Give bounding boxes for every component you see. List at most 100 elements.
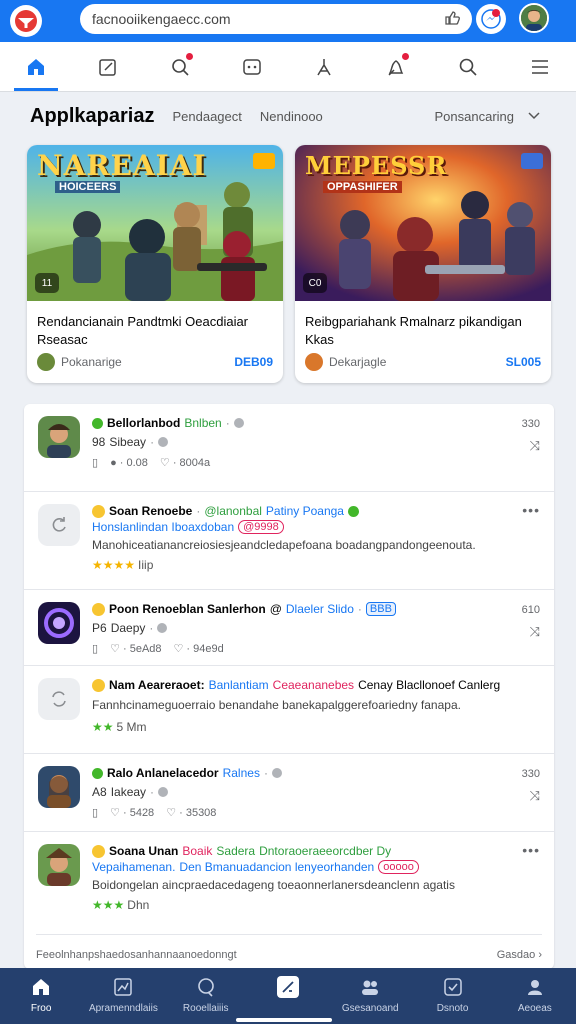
item-name[interactable]: Soana Unan xyxy=(109,844,178,858)
list-item[interactable]: Poon Renoeblan Sanlerhon @ Dlaeler Slido… xyxy=(24,590,554,666)
rating-stars: ★★★ xyxy=(92,898,125,912)
tab-tasks[interactable]: Dsnoto xyxy=(411,968,493,1024)
item-name[interactable]: Nam Aeareraoet: xyxy=(109,678,205,692)
card-title[interactable]: Reibgpariahank Rmalnarz pikandigan Kkas xyxy=(295,301,551,349)
like-icon[interactable] xyxy=(444,10,460,29)
tab-chat[interactable]: Rooellaiiis xyxy=(165,968,247,1024)
stat-likes[interactable]: ♡ · 94e9d xyxy=(174,642,224,655)
item-mention[interactable]: Honslanlindan Iboaxdoban xyxy=(92,520,234,534)
item-pill[interactable]: BBB xyxy=(365,602,396,616)
url-text[interactable]: facnooiikengaecc.com xyxy=(92,11,444,27)
card-footer: Pokanarige DEB09 xyxy=(37,353,273,371)
item-name[interactable]: Poon Renoeblan Sanlerhon xyxy=(109,602,266,616)
globe-icon xyxy=(157,623,168,633)
create-icon xyxy=(276,976,299,998)
nav-menu[interactable] xyxy=(504,42,576,91)
author-name[interactable]: Dekarjagle xyxy=(329,355,386,369)
check-icon xyxy=(442,976,464,998)
item-tag-secondary[interactable]: Sadera xyxy=(216,844,255,858)
nav-notes[interactable] xyxy=(72,42,144,91)
save-icon[interactable]: ▯ xyxy=(92,642,98,655)
messenger-button[interactable] xyxy=(476,4,506,34)
profile-avatar[interactable] xyxy=(519,3,549,33)
globe-icon xyxy=(158,437,169,447)
item-mention-secondary[interactable]: Den Bmanuadancion lenyeorhanden xyxy=(179,860,374,874)
tab-profile[interactable]: Aeoeas xyxy=(494,968,576,1024)
emoji-icon xyxy=(92,602,105,616)
item-name[interactable]: Soan Renoebe xyxy=(109,504,192,518)
nav-tools[interactable] xyxy=(288,42,360,91)
nav-home[interactable] xyxy=(0,42,72,91)
item-tag-tertiary[interactable]: Dntoraoeraeeorcdber Dy xyxy=(259,844,391,858)
share-icon[interactable]: ⤨ xyxy=(530,438,540,454)
stat-likes[interactable]: ♡ · 35308 xyxy=(166,806,216,819)
tab-create[interactable] xyxy=(247,968,329,1024)
item-tag-secondary[interactable]: Patiny Poanga xyxy=(266,504,344,518)
tab-apps[interactable]: Apramenndlaiis xyxy=(82,968,164,1024)
item-name[interactable]: Ralo Anlanelacedor xyxy=(107,766,219,780)
item-avatar[interactable] xyxy=(38,416,80,458)
item-side-count: 330 xyxy=(521,418,540,430)
app-logo-icon[interactable] xyxy=(10,5,42,37)
tab-home[interactable]: Froo xyxy=(0,968,82,1024)
tab-label: Aeoeas xyxy=(517,1003,552,1014)
item-tag[interactable]: Ralnes xyxy=(223,766,260,780)
item-placeholder-avatar[interactable] xyxy=(38,678,80,720)
home-indicator[interactable] xyxy=(236,1018,332,1022)
author-avatar[interactable] xyxy=(305,353,323,371)
author-name[interactable]: Pokanarige xyxy=(61,355,122,369)
item-tag-secondary[interactable]: Ceaeananebes xyxy=(273,678,354,692)
item-tag[interactable]: Boaik xyxy=(182,844,212,858)
item-tag[interactable]: @lanonbal xyxy=(204,504,262,518)
item-tag-tertiary: Cenay Blacllonoef Canlerg xyxy=(358,678,501,692)
game-artwork[interactable]: MEPESSR OPPASHIFER C0 xyxy=(295,145,551,301)
item-subline: Vepaihamenan. Den Bmanuadancion lenyeorh… xyxy=(92,860,419,874)
item-sub-prefix: 98 xyxy=(92,435,106,449)
item-name[interactable]: Bellorlanbod xyxy=(107,416,180,430)
list-item[interactable]: Soan Renoebe · @lanonbal Patiny Poanga H… xyxy=(24,492,554,590)
game-card[interactable]: MEPESSR OPPASHIFER C0 Reibgpariahank Rma… xyxy=(295,145,551,383)
game-artwork[interactable]: NAREAIAI HOICEERS 11 xyxy=(27,145,283,301)
rating-stars: ★★★★ xyxy=(92,558,136,572)
nav-search-alerts[interactable] xyxy=(144,42,216,91)
list-item[interactable]: Ralo Anlanelacedor Ralnes · A8 Iakeay · … xyxy=(24,754,554,832)
author-avatar[interactable] xyxy=(37,353,55,371)
sort-dropdown[interactable]: Ponsancaring xyxy=(435,109,541,124)
item-pill[interactable]: @9998 xyxy=(238,520,284,534)
item-tag[interactable]: Bnlben xyxy=(184,416,221,430)
card-title[interactable]: Rendancianain Pandtmki Oeacdiaiar Rseasa… xyxy=(27,301,283,349)
item-stats: ▯ ♡ · 5428 ♡ · 35308 xyxy=(92,806,216,819)
more-options-icon[interactable]: ••• xyxy=(522,502,540,518)
share-icon[interactable]: ⤨ xyxy=(530,624,540,640)
more-options-icon[interactable]: ••• xyxy=(522,842,540,858)
item-avatar[interactable] xyxy=(38,602,80,644)
list-item[interactable]: Bellorlanbod Bnlben · 98 Sibeay · ▯ ● · … xyxy=(24,404,554,492)
address-bar[interactable]: facnooiikengaecc.com xyxy=(80,4,472,34)
item-mention[interactable]: Vepaihamenan. xyxy=(92,860,175,874)
list-item[interactable]: Soana Unan Boaik Sadera Dntoraoeraeeorcd… xyxy=(24,832,554,932)
stat-likes[interactable]: ♡ · 8004a xyxy=(160,456,210,469)
item-tag[interactable]: Dlaeler Slido xyxy=(286,602,354,616)
chat-icon xyxy=(195,976,217,998)
filter-tab-2[interactable]: Nendinooo xyxy=(260,109,323,124)
notification-dot xyxy=(185,52,194,61)
share-icon[interactable]: ⤨ xyxy=(530,788,540,804)
item-avatar[interactable] xyxy=(38,766,80,808)
item-tag[interactable]: Banlantiam xyxy=(209,678,269,692)
nav-search[interactable] xyxy=(432,42,504,91)
nav-alerts[interactable] xyxy=(360,42,432,91)
item-placeholder-avatar[interactable] xyxy=(38,504,80,546)
tab-groups[interactable]: Gsesanoand xyxy=(329,968,411,1024)
nav-gaming[interactable] xyxy=(216,42,288,91)
search-icon xyxy=(459,58,477,76)
list-item[interactable]: Nam Aeareraoet: Banlantiam Ceaeananebes … xyxy=(24,666,554,754)
item-avatar[interactable] xyxy=(38,844,80,886)
item-pill[interactable]: ooooo xyxy=(378,860,419,874)
item-header: Ralo Anlanelacedor Ralnes · xyxy=(92,766,282,780)
sync-icon xyxy=(52,691,66,707)
game-card[interactable]: NAREAIAI HOICEERS 11 Rendancianain Pandt… xyxy=(27,145,283,383)
save-icon[interactable]: ▯ xyxy=(92,456,98,469)
see-more-link[interactable]: Gasdao › xyxy=(497,949,542,961)
save-icon[interactable]: ▯ xyxy=(92,806,98,819)
filter-tab-1[interactable]: Pendaagect xyxy=(172,109,241,124)
